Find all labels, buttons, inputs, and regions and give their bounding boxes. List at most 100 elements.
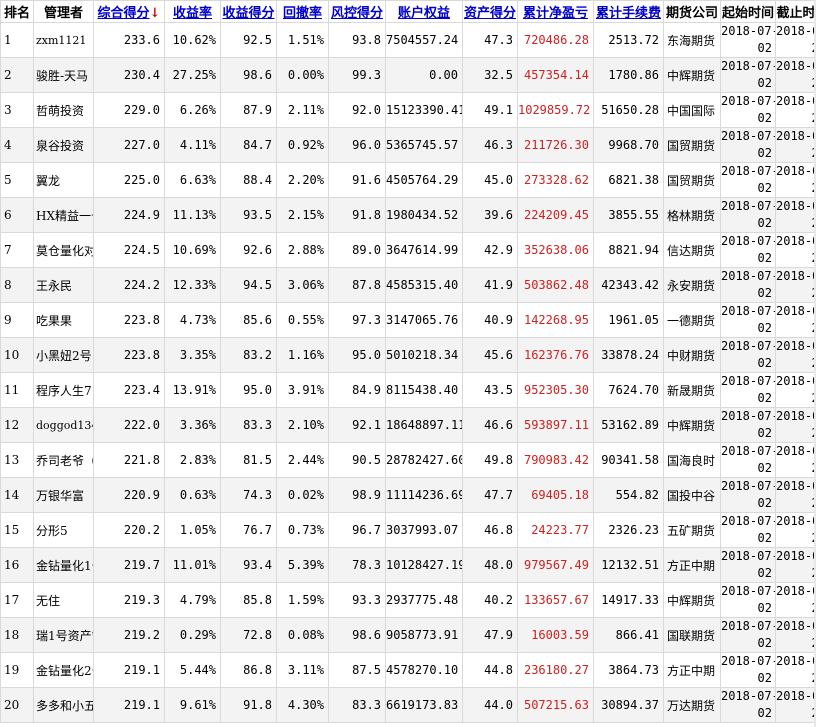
table-row: 10 小黑妞2号 223.8 3.35% 83.2 1.16% 95.0 5010218.34… (0, 337, 816, 373)
return-score-cell: 81.5 (220, 442, 277, 478)
header-label[interactable]: 累计手续费 (596, 6, 661, 21)
date-year-month: 2018-07- (721, 689, 776, 703)
composite-score-cell: 223.8 (93, 302, 165, 338)
return-score-cell: 92.6 (220, 232, 277, 268)
header-label[interactable]: 累计净盈亏 (523, 6, 588, 21)
composite-score-cell: 222.0 (93, 407, 165, 443)
end-time-cell: 2018-07- 27 (775, 337, 816, 373)
start-time-cell: 2018-07- 02 (720, 372, 776, 408)
table-row: 7 莫仓量化对 224.5 10.69% 92.6 2.88% 89.0 3647614.99… (0, 232, 816, 268)
date-year-month: 2018-07- (721, 549, 776, 563)
composite-score-cell: 225.0 (93, 162, 165, 198)
header-rank: 排名 (0, 0, 34, 23)
date-day: 02 (757, 671, 772, 685)
net-pnl-cell: 979567.49 (517, 547, 594, 583)
composite-score-cell: 220.2 (93, 512, 165, 548)
risk-score-cell: 92.0 (328, 92, 386, 128)
header-net-pnl[interactable]: 累计净盈亏 (517, 0, 594, 23)
header-label[interactable]: 风控得分 (331, 6, 383, 21)
header-label[interactable]: 账户权益 (398, 6, 450, 21)
drawdown-rate-cell: 2.20% (276, 162, 329, 198)
risk-score-cell: 99.3 (328, 57, 386, 93)
date-year-month: 2018-07- (721, 269, 776, 283)
header-drawdown-rate[interactable]: 回撤率 (276, 0, 329, 23)
drawdown-rate-cell: 1.16% (276, 337, 329, 373)
end-time-cell: 2018-07- 27 (775, 372, 816, 408)
header-label: 期货公司 (665, 6, 718, 21)
return-score-cell: 72.8 (220, 617, 277, 653)
return-score-cell: 85.6 (220, 302, 277, 338)
manager-cell: 金钻量化2号 (33, 652, 94, 688)
composite-score-cell: 220.9 (93, 477, 165, 513)
futures-company-cell: 国联期货 (663, 617, 721, 653)
header-risk-score[interactable]: 风控得分 (328, 0, 386, 23)
composite-score-cell: 224.9 (93, 197, 165, 233)
fees-cell: 7624.70 (593, 372, 664, 408)
date-day: 02 (757, 111, 772, 125)
start-time-cell: 2018-07- 02 (720, 512, 776, 548)
drawdown-rate-cell: 3.91% (276, 372, 329, 408)
date-year-month: 2018-07- (721, 444, 776, 458)
net-pnl-cell: 503862.48 (517, 267, 594, 303)
date-day: 27 (777, 670, 816, 687)
drawdown-rate-cell: 0.55% (276, 302, 329, 338)
date-day: 02 (757, 76, 772, 90)
header-label[interactable]: 资产得分 (464, 6, 516, 21)
asset-score-cell: 40.9 (462, 302, 518, 338)
composite-score-cell: 219.1 (93, 652, 165, 688)
table-row: 4 泉谷投资 227.0 4.11% 84.7 0.92% 96.0 5365745.57 46… (0, 127, 816, 163)
header-label[interactable]: 收益得分 (222, 6, 274, 21)
sort-desc-arrow-icon[interactable]: ↓ (150, 6, 161, 21)
manager-cell: 分形5 (33, 512, 94, 548)
return-score-cell: 88.4 (220, 162, 277, 198)
date-year-month: 2018-07- (776, 444, 816, 458)
header-asset-score[interactable]: 资产得分 (462, 0, 518, 23)
date-day: 27 (777, 75, 816, 92)
end-time-cell: 2018-07- 27 (775, 547, 816, 583)
futures-company-cell: 五矿期货 (663, 512, 721, 548)
return-score-cell: 95.0 (220, 372, 277, 408)
end-time-cell: 2018-07- 27 (775, 652, 816, 688)
header-label: 截止时间 (776, 6, 816, 21)
manager-cell: zxm1121 (33, 22, 94, 58)
net-pnl-cell: 69405.18 (517, 477, 594, 513)
end-time-cell: 2018-07- 27 (775, 127, 816, 163)
manager-cell: 金钻量化1号 (33, 547, 94, 583)
risk-score-cell: 78.3 (328, 547, 386, 583)
asset-score-cell: 32.5 (462, 57, 518, 93)
date-year-month: 2018-07- (721, 654, 776, 668)
date-day: 27 (777, 355, 816, 372)
header-fees[interactable]: 累计手续费 (593, 0, 664, 23)
risk-score-cell: 92.1 (328, 407, 386, 443)
header-composite-score[interactable]: 综合得分↓ (93, 0, 165, 23)
rank-cell: 14 (0, 477, 34, 513)
date-year-month: 2018-07- (776, 59, 816, 73)
asset-score-cell: 47.3 (462, 22, 518, 58)
fees-cell: 2513.72 (593, 22, 664, 58)
header-label[interactable]: 回撤率 (283, 6, 322, 21)
header-label[interactable]: 综合得分 (98, 6, 150, 21)
risk-score-cell: 97.3 (328, 302, 386, 338)
futures-company-cell: 中国国际 (663, 92, 721, 128)
date-year-month: 2018-07- (721, 619, 776, 633)
futures-company-cell: 国海良时 (663, 442, 721, 478)
date-day: 02 (757, 391, 772, 405)
header-account-equity[interactable]: 账户权益 (385, 0, 463, 23)
header-return-score[interactable]: 收益得分 (220, 0, 277, 23)
drawdown-rate-cell: 2.11% (276, 92, 329, 128)
date-day: 27 (777, 320, 816, 337)
start-time-cell: 2018-07- 02 (720, 232, 776, 268)
rank-cell: 20 (0, 687, 34, 723)
header-label[interactable]: 收益率 (173, 6, 212, 21)
risk-score-cell: 91.8 (328, 197, 386, 233)
date-year-month: 2018-07- (776, 94, 816, 108)
account-equity-cell: 18648897.11 (385, 407, 463, 443)
composite-score-cell: 224.5 (93, 232, 165, 268)
manager-cell: 程序人生7 (33, 372, 94, 408)
drawdown-rate-cell: 2.88% (276, 232, 329, 268)
date-day: 02 (757, 706, 772, 720)
fees-cell: 90341.58 (593, 442, 664, 478)
futures-company-cell: 万达期货 (663, 687, 721, 723)
header-return-rate[interactable]: 收益率 (164, 0, 221, 23)
drawdown-rate-cell: 0.00% (276, 57, 329, 93)
